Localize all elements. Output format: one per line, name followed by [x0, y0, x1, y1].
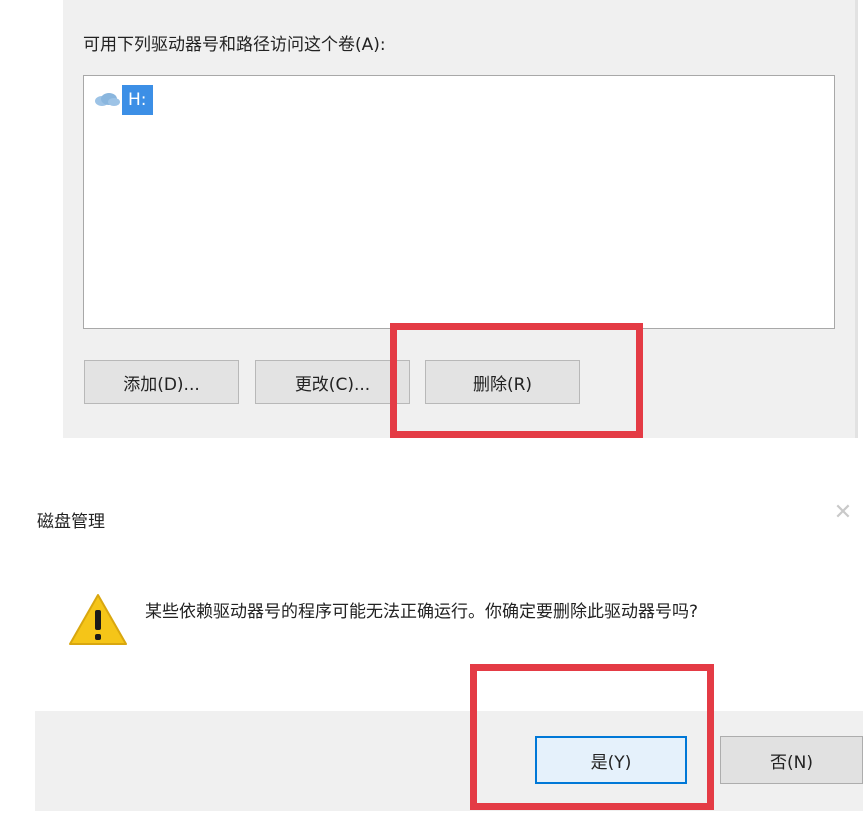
- dialog-footer: 是(Y) 否(N): [35, 711, 863, 811]
- confirm-dialog: 磁盘管理 ✕ 某些依赖驱动器号的程序可能无法正确运行。你确定要删除此驱动器号吗?…: [35, 477, 863, 813]
- add-button[interactable]: 添加(D)...: [84, 360, 239, 404]
- drive-icon: [94, 92, 120, 108]
- drive-list-label: 可用下列驱动器号和路径访问这个卷(A):: [83, 35, 386, 55]
- dialog-title: 磁盘管理: [37, 512, 105, 532]
- list-item[interactable]: H:: [94, 84, 153, 116]
- close-icon[interactable]: ✕: [831, 501, 855, 525]
- drive-list[interactable]: H:: [83, 75, 835, 329]
- delete-highlight-box: [390, 323, 643, 438]
- dialog-message: 某些依赖驱动器号的程序可能无法正确运行。你确定要删除此驱动器号吗?: [145, 602, 699, 622]
- warning-icon: [67, 592, 129, 648]
- panel-edge: [855, 0, 858, 438]
- change-button[interactable]: 更改(C)...: [255, 360, 410, 404]
- drive-label: H:: [122, 85, 153, 115]
- yes-highlight-box: [470, 664, 714, 810]
- no-button[interactable]: 否(N): [720, 736, 863, 784]
